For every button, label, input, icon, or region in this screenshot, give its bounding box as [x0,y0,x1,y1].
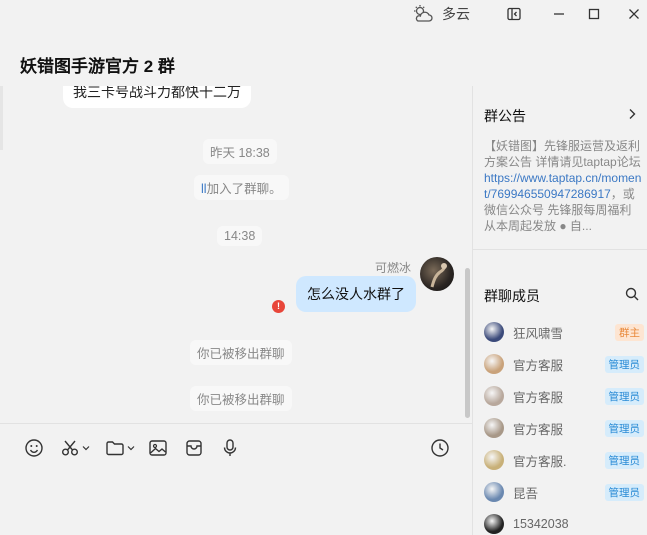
my-message-bubble[interactable]: 怎么没人水群了 [296,276,416,312]
close-icon [629,9,639,19]
admin-badge: 管理员 [604,355,644,373]
emoji-button[interactable] [24,437,44,459]
scissors-icon [62,440,78,456]
weather-widget[interactable]: 多云 [412,4,470,24]
message-scrollbar[interactable] [465,268,470,418]
maximize-icon [588,8,600,20]
chat-title: 妖错图手游官方 2 群 [20,57,175,76]
divider [473,249,647,250]
admin-badge: 管理员 [604,483,644,501]
member-name: 狂风啸雪 [513,326,564,341]
member-avatar[interactable] [484,482,504,502]
chevron-down-icon [82,446,90,451]
folder-icon [106,441,124,456]
timestamp-today: 14:38 [217,226,263,246]
image-icon [149,440,167,456]
admin-badge: 管理员 [604,451,644,469]
announcement-text[interactable]: 【妖错图】先锋服运营及返利方案公告 详情请见taptap论坛https://ww… [484,138,642,234]
join-text: 加入了群聊。 [206,182,282,196]
member-avatar[interactable] [484,322,504,342]
admin-badge: 管理员 [604,387,644,405]
input-toolbar [0,423,472,471]
clock-icon [431,439,449,457]
member-row[interactable]: 15342038 [484,513,644,535]
chevron-right-icon[interactable] [626,108,638,120]
minimize-button[interactable] [547,4,571,24]
member-name: 15342038 [513,517,569,531]
member-name: 昆吾 [513,486,539,501]
member-row[interactable]: 狂风啸雪 群主 [484,321,644,343]
announcement-prefix: 【妖错图】先锋服运营及返利方案公告 详情请见taptap论坛 [484,139,641,169]
member-avatar[interactable] [484,386,504,406]
image-button[interactable] [148,437,168,459]
member-row[interactable]: 官方客服 管理员 [484,385,644,407]
send-failed-icon[interactable]: ! [272,300,285,313]
chevron-down-icon [127,446,135,451]
removed-notice: 你已被移出群聊 [190,340,292,365]
maximize-button[interactable] [582,4,606,24]
sidebar-toggle-icon [507,7,521,21]
removed-notice: 你已被移出群聊 [190,386,292,411]
member-name: 官方客服 [513,422,564,437]
box-icon [186,440,202,456]
search-icon[interactable] [625,287,639,301]
owner-badge: 群主 [615,323,644,341]
weather-text: 多云 [442,6,470,22]
microphone-icon [223,439,237,456]
member-avatar[interactable] [484,418,504,438]
member-name: 官方客服 [513,390,564,405]
group-info-panel: 群公告 【妖错图】先锋服运营及返利方案公告 详情请见taptap论坛https:… [472,86,647,535]
file-button[interactable] [105,437,135,459]
member-name: 官方客服. [513,454,567,469]
screenshot-button[interactable] [60,437,90,459]
announcement-title[interactable]: 群公告 [484,106,526,126]
sender-name: 可燃冰 [374,261,411,275]
member-avatar[interactable] [484,354,504,374]
member-avatar[interactable] [484,514,504,534]
sidebar-toggle-button[interactable] [502,4,526,24]
member-name: 官方客服 [513,358,564,373]
member-row[interactable]: 官方客服 管理员 [484,417,644,439]
message-bubble-partial: 我三卡号战斗力都快十二万 [63,86,251,108]
title-bar: 多云 [0,0,647,30]
member-row[interactable]: 官方客服 管理员 [484,353,644,375]
admin-badge: 管理员 [604,419,644,437]
minimize-icon [554,13,564,15]
history-button[interactable] [430,437,450,459]
member-row[interactable]: 官方客服. 管理员 [484,449,644,471]
timestamp-yesterday: 昨天 18:38 [203,139,277,164]
close-button[interactable] [622,4,646,24]
members-title: 群聊成员 [484,288,540,304]
join-notice: ll加入了群聊。 [194,175,289,200]
member-avatar[interactable] [484,450,504,470]
emoji-icon [25,439,43,457]
voice-button[interactable] [220,437,240,459]
box-button[interactable] [184,437,204,459]
avatar-image [430,263,447,288]
cloudy-sun-icon [414,5,433,22]
member-row[interactable]: 昆吾 管理员 [484,481,644,503]
avatar[interactable] [420,257,454,291]
message-list[interactable]: 我三卡号战斗力都快十二万 昨天 18:38 ll加入了群聊。 14:38 可燃冰… [3,86,473,423]
